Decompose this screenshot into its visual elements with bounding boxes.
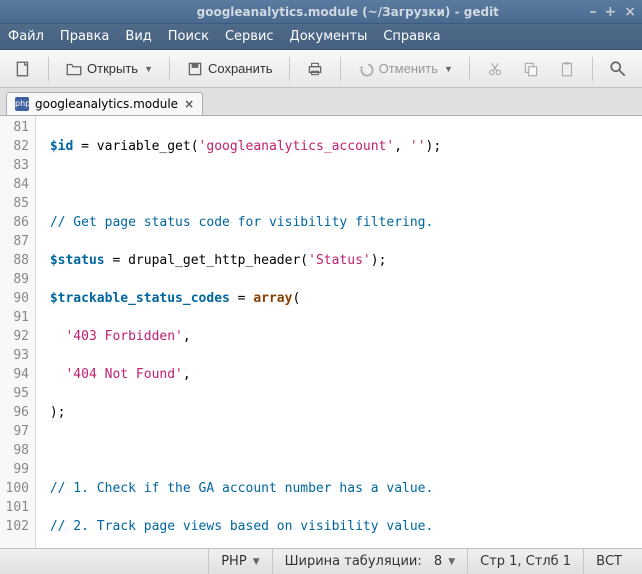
titlebar: googleanalytics.module (~/Загрузки) - ge…	[0, 0, 642, 24]
printer-icon	[306, 60, 324, 78]
chevron-down-icon: ▼	[144, 64, 153, 74]
new-file-button[interactable]	[8, 56, 38, 82]
scissors-icon	[486, 60, 504, 78]
new-file-icon	[14, 60, 32, 78]
menu-help[interactable]: Справка	[383, 29, 440, 44]
save-button[interactable]: Сохранить	[180, 56, 279, 82]
status-position: Стр 1, Стлб 1	[467, 549, 583, 574]
copy-icon	[522, 60, 540, 78]
cut-button[interactable]	[480, 56, 510, 82]
window-title: googleanalytics.module (~/Загрузки) - ge…	[106, 5, 590, 19]
open-button[interactable]: Открыть▼	[59, 56, 159, 82]
folder-open-icon	[65, 60, 83, 78]
minimize-button[interactable]: –	[590, 4, 597, 20]
undo-button[interactable]: Отменить▼	[351, 56, 459, 82]
code-editor[interactable]: 81828384 85868788 89909192 939495 969798…	[0, 116, 642, 548]
line-number-gutter: 81828384 85868788 89909192 939495 969798…	[0, 116, 36, 548]
search-icon	[609, 60, 627, 78]
menu-search[interactable]: Поиск	[168, 29, 209, 44]
status-language[interactable]: PHP ▼	[208, 549, 271, 574]
undo-icon	[357, 60, 375, 78]
status-insert-mode[interactable]: ВСТ	[583, 549, 634, 574]
tabbar: php googleanalytics.module ×	[0, 88, 642, 116]
maximize-button[interactable]: +	[605, 4, 617, 20]
toolbar: Открыть▼ Сохранить Отменить▼	[0, 50, 642, 88]
copy-button[interactable]	[516, 56, 546, 82]
find-button[interactable]	[603, 56, 633, 82]
print-button[interactable]	[300, 56, 330, 82]
tab-label: googleanalytics.module	[35, 97, 178, 111]
paste-icon	[558, 60, 576, 78]
menubar: Файл Правка Вид Поиск Сервис Документы С…	[0, 24, 642, 50]
paste-button[interactable]	[552, 56, 582, 82]
menu-service[interactable]: Сервис	[225, 29, 274, 44]
save-icon	[186, 60, 204, 78]
close-tab-button[interactable]: ×	[184, 97, 194, 111]
status-tab-width[interactable]: Ширина табуляции: 8 ▼	[272, 549, 468, 574]
menu-documents[interactable]: Документы	[290, 29, 368, 44]
menu-file[interactable]: Файл	[8, 29, 44, 44]
menu-view[interactable]: Вид	[125, 29, 151, 44]
menu-edit[interactable]: Правка	[60, 29, 109, 44]
statusbar: PHP ▼ Ширина табуляции: 8 ▼ Стр 1, Стлб …	[0, 548, 642, 574]
close-button[interactable]: ×	[624, 4, 636, 20]
code-text-area[interactable]: $id = variable_get('googleanalytics_acco…	[36, 116, 642, 548]
php-file-icon: php	[15, 97, 29, 111]
document-tab[interactable]: php googleanalytics.module ×	[6, 92, 203, 115]
chevron-down-icon: ▼	[444, 64, 453, 74]
